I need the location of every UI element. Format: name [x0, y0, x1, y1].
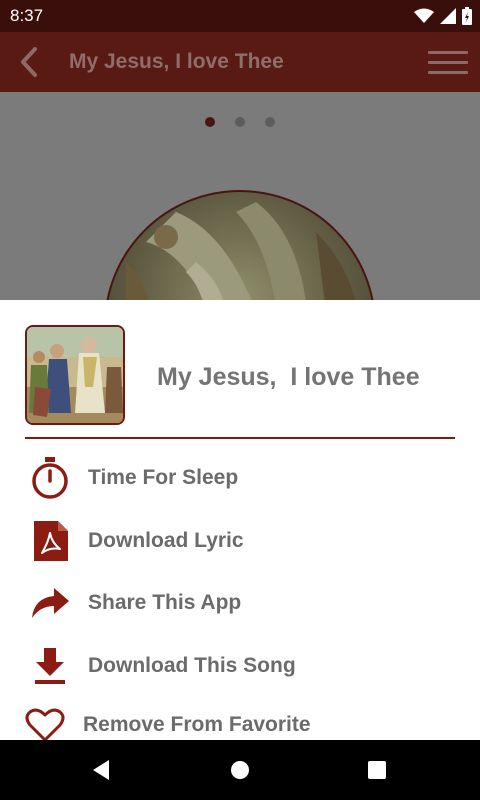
home-circle-icon	[231, 761, 249, 779]
song-artwork	[27, 327, 123, 423]
menu-item-label: Remove From Favorite	[83, 713, 311, 736]
menu-item-share-this-app[interactable]: Share This App	[25, 575, 455, 631]
menu-line-icon	[428, 70, 468, 74]
menu-line-icon	[428, 60, 468, 64]
chevron-left-icon	[21, 47, 37, 77]
timer-icon	[25, 453, 75, 503]
battery-icon	[462, 7, 472, 25]
page-dot[interactable]	[235, 117, 245, 127]
menu-item-label: Download Lyric	[88, 529, 244, 552]
menu-item-download-lyric[interactable]: Download Lyric	[25, 513, 455, 569]
pdf-icon	[25, 516, 75, 566]
status-bar: 8:37	[0, 0, 480, 32]
wifi-icon	[414, 8, 434, 23]
player-background	[0, 92, 480, 300]
album-art-disc	[104, 190, 376, 300]
song-title: My Jesus, I love Thee	[157, 363, 420, 391]
divider	[25, 437, 455, 439]
menu-item-download-this-song[interactable]: Download This Song	[25, 638, 455, 694]
nav-back-button[interactable]	[86, 755, 116, 785]
album-artwork	[126, 202, 356, 300]
status-icons	[414, 6, 472, 26]
recents-square-icon	[368, 761, 386, 779]
options-bottom-sheet: My Jesus, I love Thee Time For Sleep Dow…	[0, 300, 480, 742]
back-button[interactable]	[6, 40, 50, 84]
page-dot[interactable]	[265, 117, 275, 127]
menu-item-label: Time For Sleep	[88, 466, 239, 489]
menu-line-icon	[428, 50, 468, 54]
download-icon	[25, 641, 75, 691]
menu-item-time-for-sleep[interactable]: Time For Sleep	[25, 450, 455, 506]
menu-item-label: Download This Song	[88, 654, 296, 677]
back-triangle-icon	[93, 760, 109, 780]
status-time: 8:37	[10, 6, 44, 25]
menu-item-label: Share This App	[88, 591, 242, 614]
song-thumbnail	[25, 325, 125, 425]
page-dot-active[interactable]	[205, 117, 215, 127]
menu-button[interactable]	[428, 44, 468, 80]
page-title: My Jesus, I love Thee	[69, 50, 284, 73]
signal-icon	[440, 8, 456, 24]
app-bar: My Jesus, I love Thee	[0, 32, 480, 92]
nav-recents-button[interactable]	[362, 755, 392, 785]
share-icon	[25, 578, 75, 628]
system-navigation-bar	[0, 740, 480, 800]
nav-home-button[interactable]	[225, 755, 255, 785]
page-indicator	[0, 117, 480, 127]
